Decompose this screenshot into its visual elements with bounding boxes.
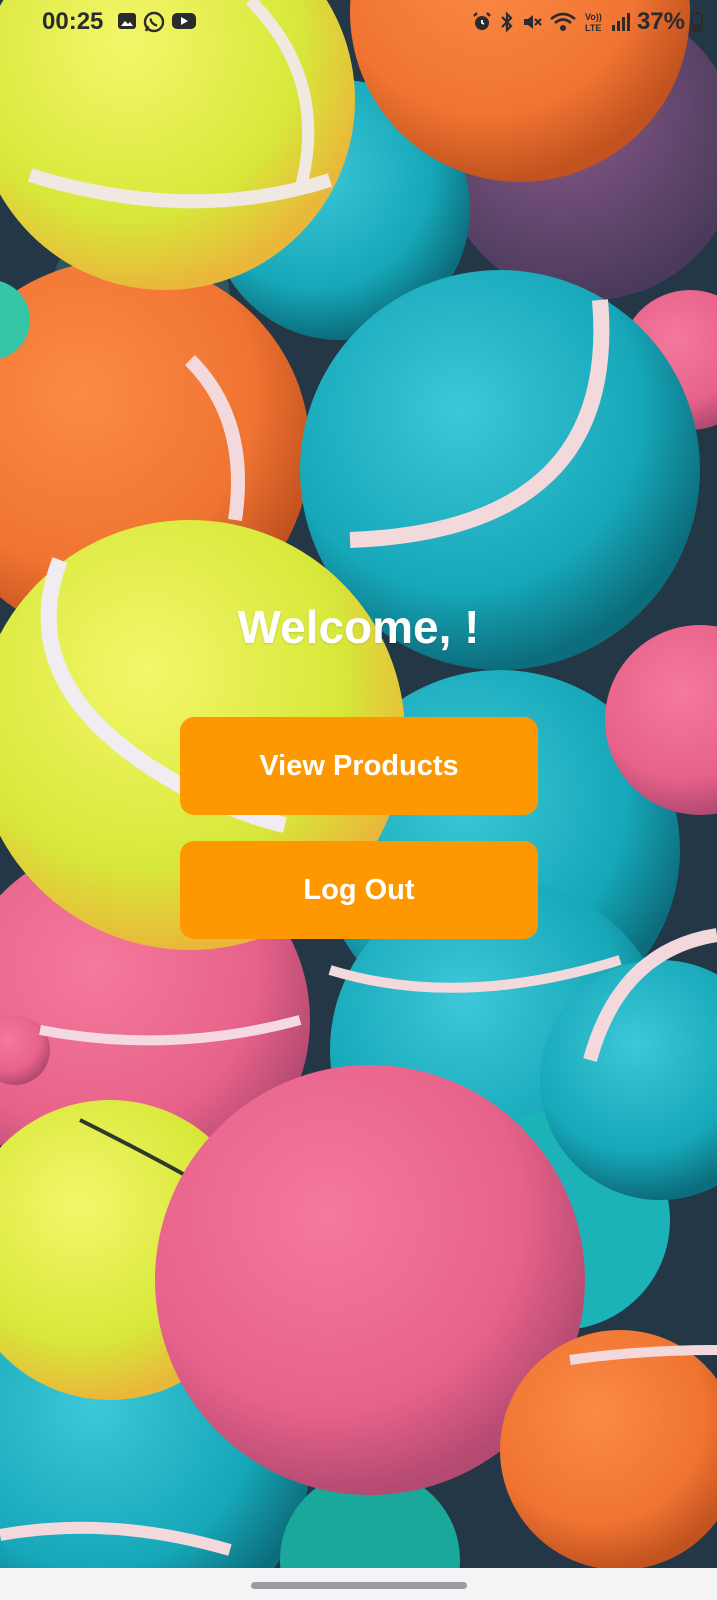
- navigation-bar: [0, 1568, 717, 1600]
- mute-icon: [523, 15, 542, 29]
- bluetooth-icon: [501, 11, 513, 33]
- app-screen: 00:25 Vo)) LTE 37% Welcome, ! View Produc…: [0, 0, 717, 1600]
- alarm-icon: [473, 12, 491, 30]
- gallery-icon: [118, 13, 136, 29]
- notification-icons: [117, 11, 197, 33]
- home-gesture-handle[interactable]: [251, 1582, 467, 1589]
- youtube-icon: [172, 13, 196, 29]
- signal-icon: [611, 13, 630, 31]
- svg-text:LTE: LTE: [585, 23, 601, 33]
- volte-icon: Vo))LTE: [585, 12, 602, 33]
- battery-icon: [691, 12, 703, 32]
- svg-text:Vo)): Vo)): [585, 12, 602, 22]
- battery-percent: 37%: [636, 8, 685, 35]
- whatsapp-icon: [143, 11, 165, 33]
- welcome-heading: Welcome, !: [237, 601, 480, 653]
- status-time: 00:25: [42, 8, 104, 35]
- log-out-button[interactable]: Log Out: [180, 841, 538, 939]
- status-bar: 00:25 Vo)) LTE 37%: [0, 0, 717, 44]
- system-icons: Vo)) LTE 37%: [471, 8, 703, 36]
- wifi-icon: [550, 12, 576, 31]
- view-products-button[interactable]: View Products: [180, 717, 538, 815]
